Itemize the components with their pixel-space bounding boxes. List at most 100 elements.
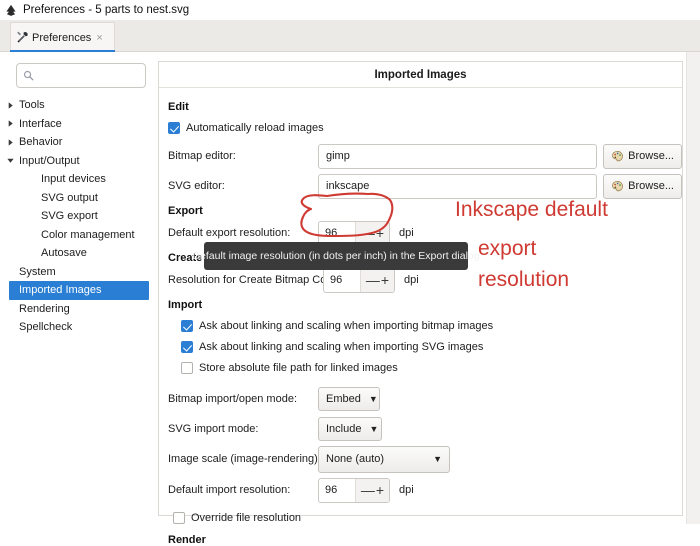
sidebar-item-label: Imported Images <box>19 284 102 297</box>
svg-editor-browse-button[interactable]: Browse... <box>603 173 682 199</box>
row-create-bitmap-resolution: Resolution for Create Bitmap Copy: 96 — … <box>159 267 682 293</box>
sidebar-item-tools[interactable]: Tools <box>0 96 158 115</box>
plus-icon[interactable]: + <box>376 483 384 497</box>
sidebar: Tools Interface Behavior Input/Output Input … <box>0 52 158 524</box>
bitmap-editor-browse-label: Browse... <box>628 150 674 162</box>
label-create-bitmap-resolution: Resolution for Create Bitmap Copy: <box>168 274 342 286</box>
minus-icon[interactable]: — <box>361 483 375 497</box>
image-scale-dropdown[interactable]: None (auto) ▼ <box>318 445 450 473</box>
chevron-right-icon[interactable] <box>5 137 16 148</box>
checkbox-row-override-file-resolution[interactable]: Override file resolution <box>159 507 682 528</box>
sidebar-item-label: Input/Output <box>19 154 80 167</box>
default-import-resolution-stepper[interactable]: 96 — + <box>318 477 390 503</box>
sidebar-item-interface[interactable]: Interface <box>0 115 158 134</box>
checkbox-row-ask-svg[interactable]: Ask about linking and scaling when impor… <box>159 336 682 357</box>
checkbox-label-auto-reload: Automatically reload images <box>186 121 324 134</box>
annotation-line-3: resolution <box>478 268 570 291</box>
svg-import-mode-value: Include <box>326 423 362 435</box>
tab-strip: Preferences × <box>0 20 700 53</box>
chevron-down-icon: ▼ <box>368 394 378 404</box>
label-default-import-resolution: Default import resolution: <box>168 484 291 496</box>
row-bitmap-editor: Bitmap editor: gimp Browse... <box>159 143 682 169</box>
row-bitmap-import-mode: Bitmap import/open mode: Embed ▼ <box>159 387 682 411</box>
chevron-down-icon: ▼ <box>369 424 379 434</box>
sidebar-item-label: Interface <box>19 117 62 130</box>
palette-icon <box>612 150 624 161</box>
sidebar-item-label: Spellcheck <box>19 321 73 334</box>
annotation-line-2: export <box>478 237 537 260</box>
checkbox-label-ask-svg: Ask about linking and scaling when impor… <box>199 340 484 353</box>
sidebar-item-imported-images[interactable]: Imported Images <box>9 281 149 300</box>
sidebar-item-autosave[interactable]: Autosave <box>0 244 158 263</box>
sidebar-item-label: Tools <box>19 99 45 112</box>
row-svg-import-mode: SVG import mode: Include ▼ <box>159 417 682 441</box>
sidebar-item-color-management[interactable]: Color management <box>0 226 158 245</box>
sidebar-item-label: Color management <box>41 228 135 241</box>
checkbox-override-file-resolution[interactable] <box>173 511 185 524</box>
sidebar-item-label: System <box>19 265 56 278</box>
bitmap-import-mode-dropdown[interactable]: Embed ▼ <box>318 387 380 411</box>
checkbox-auto-reload[interactable] <box>168 121 180 134</box>
section-heading-import: Import <box>168 299 203 311</box>
search-box[interactable] <box>16 63 146 88</box>
checkbox-label-ask-bitmap: Ask about linking and scaling when impor… <box>199 319 494 332</box>
inkscape-logo-icon <box>6 4 16 16</box>
checkbox-row-auto-reload[interactable]: Automatically reload images <box>159 117 682 138</box>
sidebar-item-spellcheck[interactable]: Spellcheck <box>0 318 158 337</box>
svg-editor-input[interactable]: inkscape <box>318 173 598 199</box>
close-icon[interactable]: × <box>96 32 102 44</box>
checkbox-label-override-file-resolution: Override file resolution <box>191 511 302 524</box>
plus-icon[interactable]: + <box>376 226 384 240</box>
sidebar-item-system[interactable]: System <box>0 263 158 282</box>
label-svg-import-mode: SVG import mode: <box>168 423 259 435</box>
tab-preferences[interactable]: Preferences × <box>10 22 115 53</box>
svg-import-mode-dropdown[interactable]: Include ▼ <box>318 417 382 441</box>
chevron-down-icon[interactable] <box>5 155 16 166</box>
label-svg-editor: SVG editor: <box>168 180 225 192</box>
page-title: Imported Images <box>159 62 682 88</box>
sidebar-item-label: Autosave <box>41 247 87 260</box>
chevron-right-icon[interactable] <box>5 118 16 129</box>
window-title-bar: Preferences - 5 parts to nest.svg <box>0 0 700 20</box>
sidebar-item-behavior[interactable]: Behavior <box>0 133 158 152</box>
palette-icon <box>612 180 624 191</box>
sidebar-item-input-devices[interactable]: Input devices <box>0 170 158 189</box>
svg-editor-browse-label: Browse... <box>628 180 674 192</box>
search-input[interactable] <box>39 68 139 83</box>
unit-label-import-dpi: dpi <box>399 484 414 496</box>
preferences-tree: Tools Interface Behavior Input/Output Input … <box>0 96 158 337</box>
sidebar-item-svg-export[interactable]: SVG export <box>0 207 158 226</box>
sidebar-item-label: SVG output <box>41 191 98 204</box>
checkbox-store-absolute-path[interactable] <box>181 361 193 374</box>
create-bitmap-resolution-value[interactable]: 96 <box>324 274 360 286</box>
minus-icon[interactable]: — <box>366 273 380 287</box>
checkbox-row-store-absolute-path[interactable]: Store absolute file path for linked imag… <box>159 357 682 378</box>
sidebar-item-label: Behavior <box>19 136 63 149</box>
bitmap-editor-browse-button[interactable]: Browse... <box>603 143 682 169</box>
settings-content: Edit Automatically reload images Bitmap … <box>159 88 682 546</box>
checkbox-ask-bitmap[interactable] <box>181 319 193 332</box>
stepper-buttons[interactable]: — + <box>360 268 394 292</box>
chevron-down-icon: ▼ <box>433 454 442 464</box>
unit-label-export-dpi: dpi <box>399 227 414 239</box>
chevron-right-icon[interactable] <box>5 100 16 111</box>
checkbox-ask-svg[interactable] <box>181 340 193 353</box>
plus-icon[interactable]: + <box>381 273 389 287</box>
minus-icon[interactable]: — <box>361 226 375 240</box>
default-export-resolution-value[interactable]: 96 <box>319 227 355 239</box>
sidebar-item-rendering[interactable]: Rendering <box>0 300 158 319</box>
preferences-body: Tools Interface Behavior Input/Output Input … <box>0 52 700 546</box>
sidebar-item-input-output[interactable]: Input/Output <box>0 152 158 171</box>
unit-label-create-dpi: dpi <box>404 274 419 286</box>
default-import-resolution-value[interactable]: 96 <box>319 484 355 496</box>
sidebar-item-svg-output[interactable]: SVG output <box>0 189 158 208</box>
sidebar-item-label: Rendering <box>19 302 70 315</box>
annotation-line-1: Inkscape default <box>455 198 608 221</box>
vertical-scrollbar[interactable] <box>686 52 700 524</box>
bitmap-editor-input[interactable]: gimp <box>318 143 598 169</box>
window-title-text: Preferences - 5 parts to nest.svg <box>23 4 190 16</box>
stepper-buttons[interactable]: — + <box>355 478 389 502</box>
checkbox-row-ask-bitmap[interactable]: Ask about linking and scaling when impor… <box>159 315 682 336</box>
create-bitmap-resolution-stepper[interactable]: 96 — + <box>323 267 395 293</box>
label-image-scale: Image scale (image-rendering): <box>168 453 321 465</box>
